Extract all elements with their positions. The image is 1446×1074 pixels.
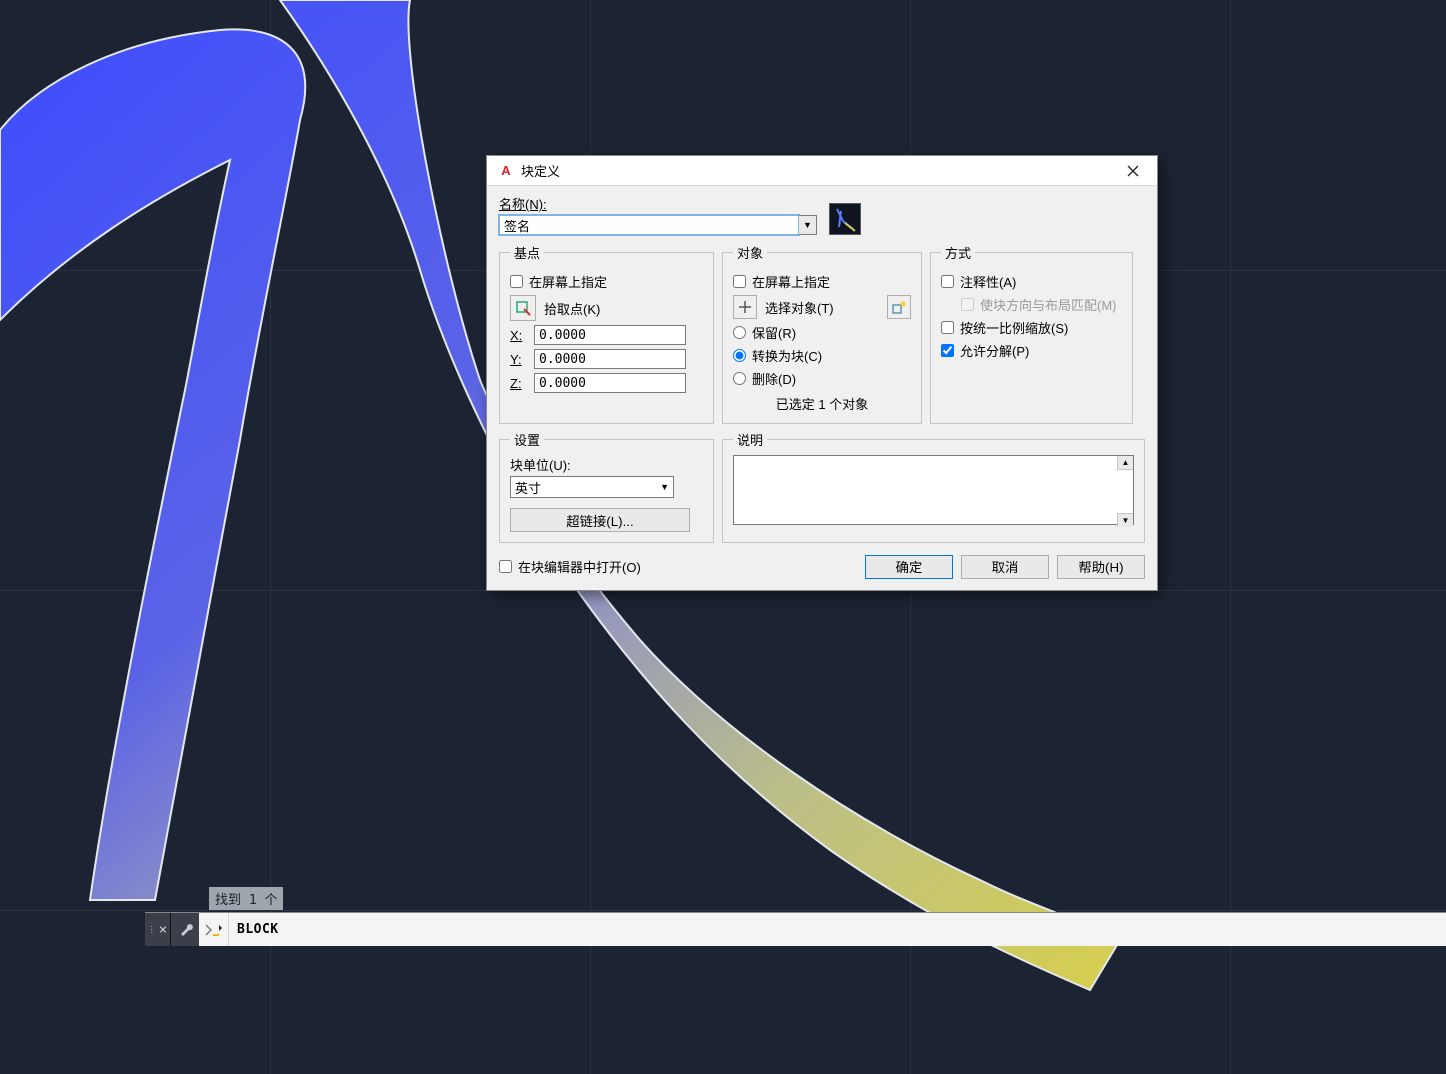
block-unit-value: 英寸: [515, 478, 541, 497]
scroll-down-button[interactable]: ▼: [1117, 513, 1133, 527]
command-bar: ⋮ × BLOCK: [145, 912, 1446, 946]
command-input[interactable]: BLOCK: [229, 922, 279, 937]
objects-legend: 对象: [733, 243, 767, 262]
basepoint-group: 基点 在屏幕上指定 拾取点(K) X: Y:: [499, 243, 714, 424]
behavior-legend: 方式: [941, 243, 975, 262]
delete-label: 删除(D): [752, 369, 796, 388]
annotative-checkbox[interactable]: [941, 275, 954, 288]
found-tooltip: 找到 1 个: [209, 887, 283, 910]
selection-status: 已选定 1 个对象: [733, 394, 911, 413]
allow-exploding-label: 允许分解(P): [960, 341, 1029, 360]
description-group: 说明 ▲ ▼: [722, 430, 1145, 543]
x-axis-label: X:: [510, 328, 526, 343]
quick-select-button[interactable]: [887, 295, 911, 319]
block-name-input[interactable]: [499, 215, 799, 235]
basepoint-legend: 基点: [510, 243, 544, 262]
annotative-label: 注释性(A): [960, 272, 1016, 291]
block-unit-label: 块单位(U):: [510, 455, 703, 474]
retain-radio[interactable]: [733, 326, 746, 339]
settings-group: 设置 块单位(U): 英寸 ▼ 超链接(L)...: [499, 430, 714, 543]
description-textarea[interactable]: [733, 455, 1134, 525]
convert-to-block-label: 转换为块(C): [752, 346, 822, 365]
basepoint-specify-onscreen-checkbox[interactable]: [510, 275, 523, 288]
name-label: 名称(N):: [499, 194, 817, 213]
behavior-group: 方式 注释性(A) 使块方向与布局匹配(M) 按统一比例缩放(S) 允许分解(P…: [930, 243, 1133, 424]
objects-specify-onscreen-checkbox[interactable]: [733, 275, 746, 288]
block-preview-thumbnail: [829, 203, 861, 235]
match-orientation-label: 使块方向与布局匹配(M): [980, 295, 1117, 314]
dialog-titlebar[interactable]: A 块定义: [487, 156, 1157, 186]
autocad-app-icon: A: [497, 162, 515, 180]
pick-point-label: 拾取点(K): [544, 299, 600, 318]
wrench-icon: [177, 922, 193, 938]
delete-radio[interactable]: [733, 372, 746, 385]
close-icon: [1127, 165, 1139, 177]
block-definition-dialog: A 块定义 名称(N): ▼ 基点: [486, 155, 1158, 591]
basepoint-specify-onscreen-label: 在屏幕上指定: [529, 272, 607, 291]
command-prompt-icon-area[interactable]: [199, 913, 229, 946]
allow-exploding-checkbox[interactable]: [941, 344, 954, 357]
scale-uniformly-checkbox[interactable]: [941, 321, 954, 334]
open-in-block-editor-checkbox[interactable]: [499, 560, 512, 573]
chevron-down-icon: ▼: [660, 482, 669, 492]
match-orientation-checkbox: [961, 298, 974, 311]
settings-legend: 设置: [510, 430, 544, 449]
convert-to-block-radio[interactable]: [733, 349, 746, 362]
name-dropdown-button[interactable]: ▼: [799, 215, 817, 235]
objects-group: 对象 在屏幕上指定 选择对象(T): [722, 243, 922, 424]
hyperlink-button[interactable]: 超链接(L)...: [510, 508, 690, 532]
scale-uniformly-label: 按统一比例缩放(S): [960, 318, 1068, 337]
quick-select-icon: [892, 300, 906, 314]
commandbar-customize-button[interactable]: [171, 913, 199, 946]
help-button[interactable]: 帮助(H): [1057, 555, 1145, 579]
select-objects-button[interactable]: [733, 295, 757, 319]
select-objects-label: 选择对象(T): [765, 298, 834, 317]
x-coordinate-input[interactable]: [534, 325, 686, 345]
y-axis-label: Y:: [510, 352, 526, 367]
pick-point-icon: [515, 300, 531, 316]
grip-icon: ⋮: [148, 925, 156, 934]
command-prompt-icon: [204, 922, 224, 938]
retain-label: 保留(R): [752, 323, 796, 342]
scroll-up-button[interactable]: ▲: [1117, 456, 1133, 470]
open-in-block-editor-label: 在块编辑器中打开(O): [518, 557, 641, 576]
commandbar-close-button[interactable]: ⋮ ×: [145, 913, 171, 946]
pick-point-button[interactable]: [510, 295, 536, 321]
close-icon: ×: [159, 922, 167, 938]
dialog-title: 块定义: [521, 161, 560, 180]
y-coordinate-input[interactable]: [534, 349, 686, 369]
z-coordinate-input[interactable]: [534, 373, 686, 393]
objects-specify-onscreen-label: 在屏幕上指定: [752, 272, 830, 291]
cancel-button[interactable]: 取消: [961, 555, 1049, 579]
description-legend: 说明: [733, 430, 767, 449]
close-button[interactable]: [1113, 156, 1153, 185]
z-axis-label: Z:: [510, 376, 526, 391]
ok-button[interactable]: 确定: [865, 555, 953, 579]
block-unit-select[interactable]: 英寸 ▼: [510, 476, 674, 498]
select-objects-icon: [738, 300, 752, 314]
